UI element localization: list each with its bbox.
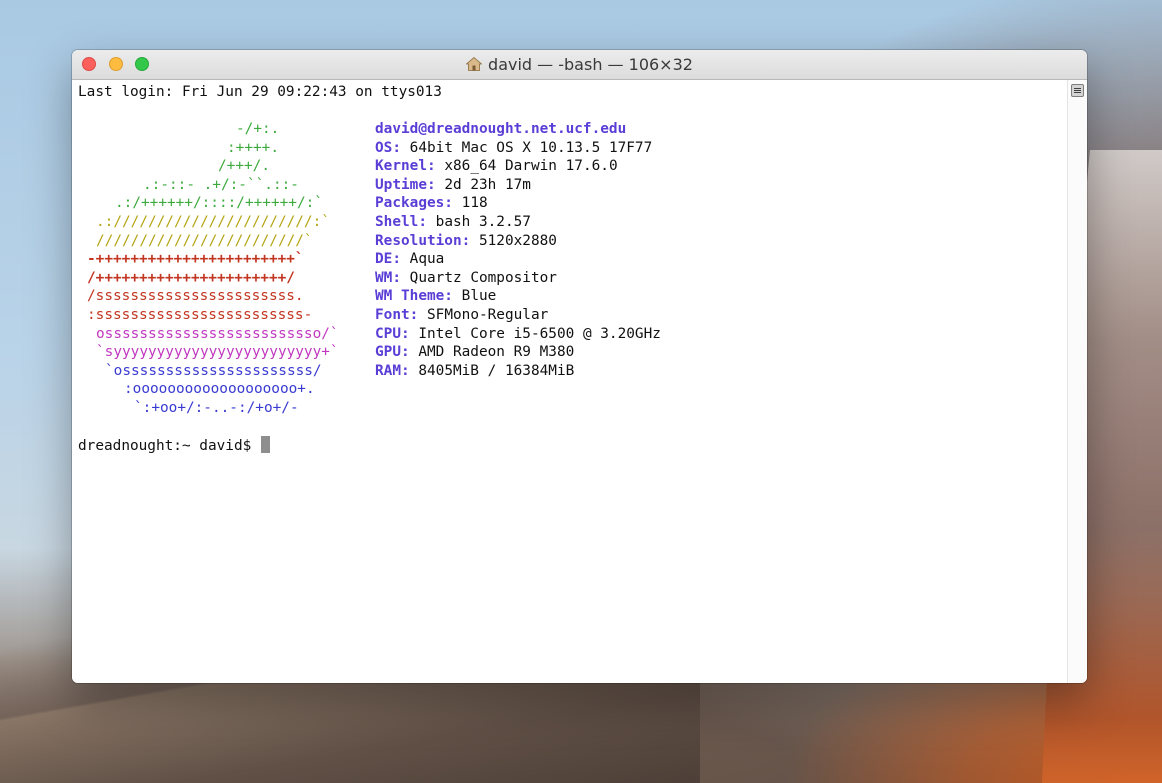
scroll-split-button[interactable] — [1071, 84, 1084, 97]
info-value: Intel Core i5-6500 @ 3.20GHz — [418, 325, 661, 342]
info-key: RAM: — [375, 362, 410, 379]
info-key: Resolution: — [375, 232, 471, 249]
logo-line: -/+:. — [236, 121, 280, 137]
window-title: david — -bash — 106×32 — [72, 50, 1087, 80]
window-title-text: david — -bash — 106×32 — [488, 55, 693, 74]
title-bar[interactable]: david — -bash — 106×32 — [72, 50, 1087, 80]
logo-line: ////////////////////////` — [96, 232, 313, 249]
info-line: Packages: 118 — [375, 194, 488, 213]
info-line: GPU: AMD Radeon R9 M380 — [375, 343, 574, 362]
info-key: GPU: — [375, 344, 410, 361]
info-key: DE: — [375, 251, 401, 268]
info-value: 5120x2880 — [478, 232, 557, 249]
info-value: 2d 23h 17m — [444, 176, 531, 193]
info-value: Quartz Compositor — [409, 269, 557, 286]
logo-line: .:-::- .+/:-``.::- — [143, 176, 299, 193]
info-line: Kernel: x86_64 Darwin 17.6.0 — [375, 157, 618, 176]
info-line: Uptime: 2d 23h 17m — [375, 176, 531, 195]
prompt-line[interactable]: dreadnought:~ david$ — [78, 436, 270, 456]
info-key: OS: — [375, 139, 401, 156]
last-login-line: Last login: Fri Jun 29 09:22:43 on ttys0… — [78, 84, 442, 100]
info-value: x86_64 Darwin 17.6.0 — [444, 158, 618, 175]
info-line: RAM: 8405MiB / 16384MiB — [375, 362, 574, 381]
text-cursor — [260, 436, 270, 453]
info-line: CPU: Intel Core i5-6500 @ 3.20GHz — [375, 325, 661, 344]
info-line: WM: Quartz Compositor — [375, 269, 557, 288]
info-value: bash 3.2.57 — [435, 214, 531, 230]
logo-line: /sssssssssssssssssssssss. — [87, 288, 304, 305]
info-line: WM Theme: Blue — [375, 287, 496, 306]
info-value: 118 — [461, 195, 488, 212]
info-line: Shell: bash 3.2.57 — [375, 213, 531, 232]
info-value: AMD Radeon R9 M380 — [418, 344, 575, 361]
info-value: Aqua — [409, 251, 445, 268]
info-value: 64bit Mac OS X 10.13.5 17F77 — [409, 139, 653, 156]
info-value: 8405MiB / 16384MiB — [418, 362, 575, 379]
home-folder-icon — [466, 57, 483, 71]
info-line: Font: SFMono-Regular — [375, 306, 548, 325]
scrollbar[interactable] — [1067, 80, 1087, 683]
info-line: OS: 64bit Mac OS X 10.13.5 17F77 — [375, 139, 652, 158]
host-line: david@dreadnought.net.ucf.edu — [375, 120, 626, 139]
info-key: Font: — [375, 307, 419, 323]
info-line: Resolution: 5120x2880 — [375, 232, 557, 251]
logo-line: .:///////////////////////:` — [96, 214, 330, 230]
logo-line: -+++++++++++++++++++++++` — [87, 251, 304, 268]
info-line: DE: Aqua — [375, 250, 444, 269]
info-key: Kernel: — [375, 158, 436, 175]
logo-line: /++++++++++++++++++++++/ — [87, 269, 295, 286]
info-value: Blue — [461, 288, 497, 305]
info-key: WM Theme: — [375, 288, 453, 305]
info-key: WM: — [375, 269, 401, 286]
logo-line: .:/++++++/::::/++++++/:` — [115, 195, 323, 212]
logo-line: `ossssssssssssssssssssss/ — [105, 362, 322, 379]
logo-line: `syyyyyyyyyyyyyyyyyyyyyyyy+` — [96, 344, 339, 361]
info-value: SFMono-Regular — [427, 307, 549, 323]
info-key: CPU: — [375, 325, 410, 342]
logo-line: /+++/. — [218, 158, 270, 175]
logo-line: :ssssssssssssssssssssssss- — [87, 307, 313, 323]
logo-line: :++++. — [227, 139, 279, 156]
logo-line: `:+oo+/:-..-:/+o+/- — [134, 400, 299, 416]
info-key: Shell: — [375, 214, 427, 230]
shell-prompt: dreadnought:~ david$ — [78, 438, 252, 454]
info-key: Uptime: — [375, 176, 436, 193]
logo-line: :ooooooooooooooooooo+. — [124, 381, 315, 398]
user-host: david@dreadnought.net.ucf.edu — [375, 121, 627, 137]
terminal-content[interactable]: Last login: Fri Jun 29 09:22:43 on ttys0… — [72, 80, 1067, 683]
logo-line: osssssssssssssssssssssssso/` — [96, 325, 339, 342]
info-key: Packages: — [375, 195, 453, 212]
terminal-window: david — -bash — 106×32 Last login: Fri J… — [72, 50, 1087, 683]
